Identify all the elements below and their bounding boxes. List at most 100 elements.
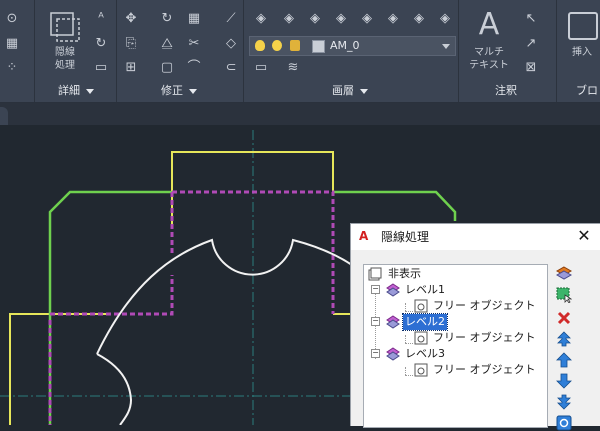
current-layer-name: AM_0 xyxy=(330,39,360,52)
new-level-icon[interactable] xyxy=(556,265,572,281)
move-icon[interactable]: ✥ xyxy=(122,11,140,27)
mtext-label-1: マルチ xyxy=(474,47,504,58)
group-label-layers[interactable]: 画層 xyxy=(332,82,368,100)
free-object-icon xyxy=(414,363,428,377)
move-to-top-icon[interactable] xyxy=(556,331,572,347)
green-outline-left xyxy=(48,190,172,425)
tree-connector xyxy=(405,335,406,343)
tree-node-label: 非表示 xyxy=(388,267,421,280)
sun-icon[interactable] xyxy=(272,40,282,51)
stretch-icon[interactable]: ⟋ xyxy=(222,11,240,27)
tree-node-label: フリー オブジェクト xyxy=(433,299,536,312)
tree-connector xyxy=(405,311,413,312)
tree-connector xyxy=(405,343,413,344)
yellow-outline-left xyxy=(9,313,108,425)
move-down-icon[interactable] xyxy=(556,373,572,389)
ribbon-separator xyxy=(116,0,117,102)
dialog-titlebar[interactable]: A 隠線処理 ✕ xyxy=(351,224,600,250)
collapse-toggle[interactable]: − xyxy=(371,285,380,294)
hidden-line-dialog: A 隠線処理 ✕ 非表示 − レベル1 フリー オブジェクト − レベル2 フリ… xyxy=(350,223,600,431)
rectangle-icon[interactable]: ▢ xyxy=(158,60,176,76)
insert-label: 挿入 xyxy=(572,47,592,58)
collapse-toggle[interactable]: − xyxy=(371,349,380,358)
insert-block-icon xyxy=(568,12,598,40)
ribbon-separator xyxy=(34,0,35,102)
free-object-icon xyxy=(414,331,428,345)
move-to-bottom-icon[interactable] xyxy=(556,394,572,410)
hidden-line-tree[interactable]: 非表示 − レベル1 フリー オブジェクト − レベル2 フリー オブジェクト … xyxy=(363,264,548,428)
text-edit-icon[interactable]: ᴬ xyxy=(92,11,110,27)
hidden-line-label-1: 隠線 xyxy=(55,47,75,58)
free-object-icon xyxy=(414,299,428,313)
tree-connector xyxy=(405,367,406,375)
hidden-line-label-2: 処理 xyxy=(55,60,75,71)
circle-tool-icon[interactable]: ⊙ xyxy=(3,11,21,27)
leader-icon[interactable]: ↖ xyxy=(522,11,540,27)
layer-walk-icon[interactable]: ◈ xyxy=(436,11,454,27)
group-label-block[interactable]: ブロッ xyxy=(576,82,600,100)
tree-node-label: フリー オブジェクト xyxy=(433,363,536,376)
select-objects-icon[interactable] xyxy=(556,287,572,303)
close-icon[interactable]: ✕ xyxy=(577,228,591,244)
trim-icon[interactable]: ✂ xyxy=(185,36,203,52)
layer-properties-icon[interactable]: ◈ xyxy=(252,11,270,27)
mtext-label-2: テキスト xyxy=(469,60,509,71)
offset-icon[interactable]: ⊂ xyxy=(222,60,240,76)
layer-level-icon xyxy=(386,283,400,297)
layer-off-icon[interactable]: ◈ xyxy=(306,11,324,27)
layer-match-icon[interactable]: ◈ xyxy=(410,11,428,27)
layer-match-prop-icon[interactable]: ≋ xyxy=(284,60,302,76)
dimension-icon[interactable]: ↗ xyxy=(522,36,540,52)
layer-dropdown[interactable]: AM_0 xyxy=(249,36,456,56)
layer-state-icon[interactable]: ◈ xyxy=(280,11,298,27)
scale-icon[interactable]: ⊞ xyxy=(122,60,140,76)
document-tab-strip xyxy=(0,103,600,125)
layer-level-icon xyxy=(386,347,400,361)
mirror-icon[interactable]: ⧋ xyxy=(158,36,176,52)
hidden-line-icon xyxy=(50,12,80,42)
hidden-items-icon xyxy=(368,267,382,281)
group-label-modify[interactable]: 修正 xyxy=(161,82,197,100)
ribbon-separator xyxy=(243,0,244,102)
ribbon: ⊙ ▦ ⁘ 隠線 処理 ᴬ ↻ ▭ 詳細 ✥ ↻ ▦ ⟋ ⎘ ⧋ ✂ ◇ ⊞ ▢… xyxy=(0,0,600,103)
hatch-tool-icon[interactable]: ▦ xyxy=(3,36,21,52)
settings-icon[interactable] xyxy=(556,415,572,431)
collapse-toggle[interactable]: − xyxy=(371,317,380,326)
tree-node-label: レベル1 xyxy=(405,283,445,296)
rotate-icon[interactable]: ↻ xyxy=(158,11,176,27)
document-tab[interactable] xyxy=(0,107,8,125)
app-logo-icon: A xyxy=(359,229,369,243)
lock-icon[interactable] xyxy=(290,40,300,51)
light-bulb-icon[interactable] xyxy=(255,40,265,51)
layer-isolate-icon[interactable]: ◈ xyxy=(332,11,350,27)
layer-freeze-icon[interactable]: ◈ xyxy=(358,11,376,27)
detail-view-icon[interactable]: ▭ xyxy=(92,60,110,76)
layer-level-icon xyxy=(386,315,400,329)
dialog-title: 隠線処理 xyxy=(381,230,430,244)
array-icon[interactable]: ▦ xyxy=(185,11,203,27)
make-current-icon[interactable]: ▭ xyxy=(252,60,270,76)
symbol-icon[interactable]: ⊠ xyxy=(522,60,540,76)
ribbon-separator xyxy=(556,0,557,102)
gear-arc xyxy=(96,238,353,355)
gear-notch xyxy=(96,353,133,425)
tree-node-label: レベル2 xyxy=(402,313,448,331)
tree-node-label: レベル3 xyxy=(405,347,445,360)
green-outline-right xyxy=(333,190,457,221)
layer-color-swatch xyxy=(312,40,325,53)
point-tool-icon[interactable]: ⁘ xyxy=(3,60,21,76)
tree-connector xyxy=(405,375,413,376)
ribbon-separator xyxy=(458,0,459,102)
group-label-detail[interactable]: 詳細 xyxy=(58,82,94,100)
layer-lock-icon[interactable]: ◈ xyxy=(384,11,402,27)
copy-icon[interactable]: ⎘ xyxy=(122,36,140,52)
tree-node-label: フリー オブジェクト xyxy=(433,331,536,344)
fillet-icon[interactable]: ⌒ xyxy=(185,60,203,76)
tree-connector xyxy=(405,303,406,311)
erase-icon[interactable]: ◇ xyxy=(222,36,240,52)
delete-icon[interactable] xyxy=(556,310,572,326)
group-label-annotation[interactable]: 注釈 xyxy=(495,82,517,100)
hidden-line-3 xyxy=(50,275,174,316)
refresh-detail-icon[interactable]: ↻ xyxy=(92,36,110,52)
move-up-icon[interactable] xyxy=(556,352,572,368)
